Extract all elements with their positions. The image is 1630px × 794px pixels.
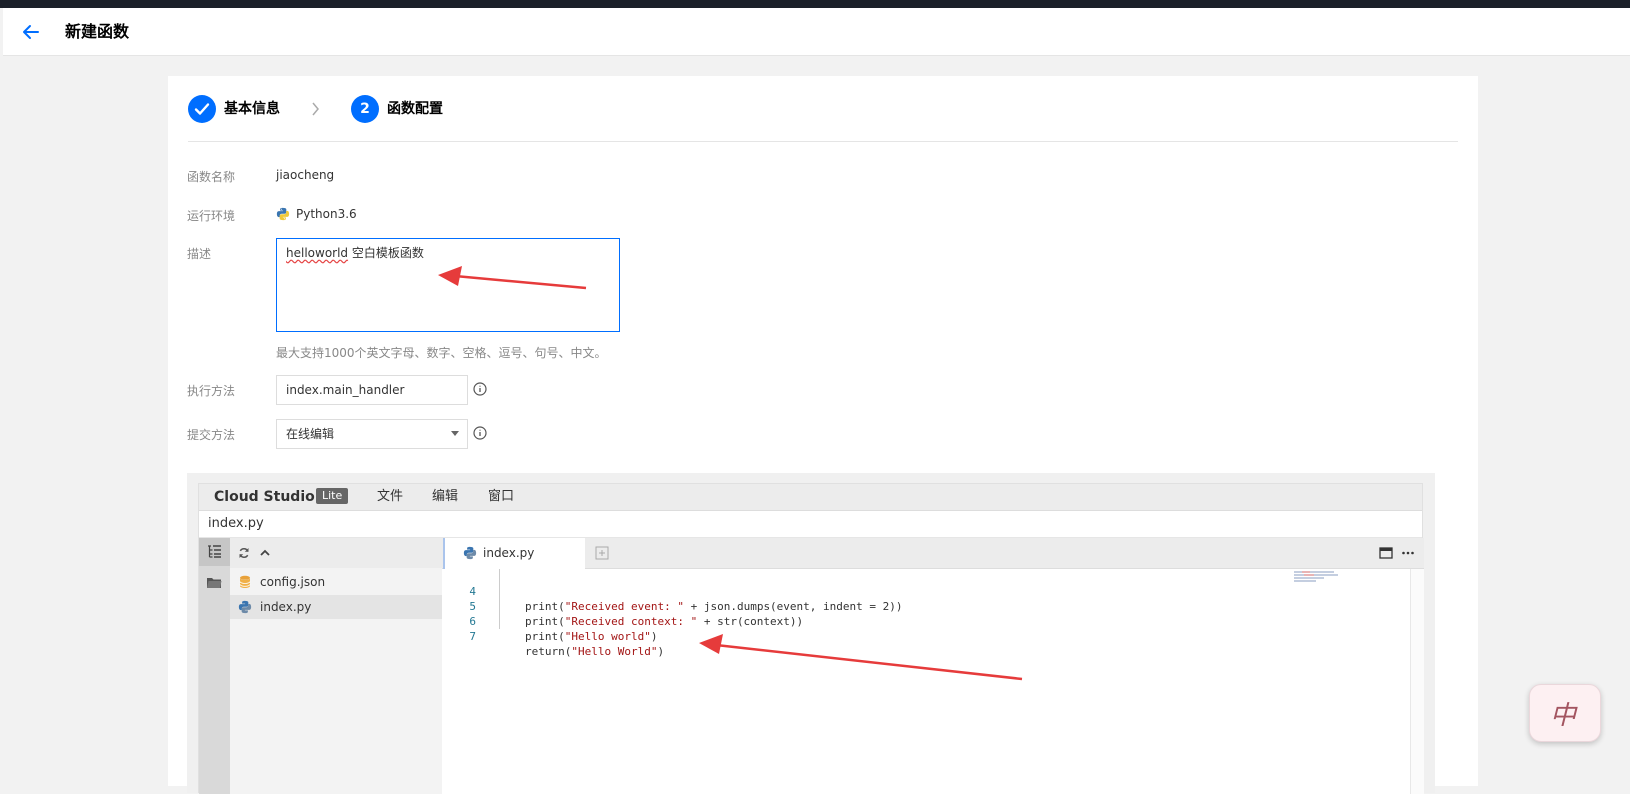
lite-badge: Lite bbox=[316, 488, 349, 504]
function-name-value: jiaocheng bbox=[276, 168, 335, 182]
ime-char: 中 bbox=[1550, 701, 1577, 731]
code-string: "Hello World" bbox=[571, 645, 658, 658]
code-line: 7 return("Hello World") bbox=[442, 614, 664, 658]
back-arrow-icon[interactable] bbox=[19, 20, 43, 44]
check-icon bbox=[188, 95, 216, 123]
divider bbox=[188, 141, 1458, 142]
caret-down-icon bbox=[451, 431, 459, 436]
window-top-strip bbox=[0, 0, 1630, 8]
python-icon bbox=[463, 546, 477, 560]
ide-activity-bar bbox=[199, 538, 230, 794]
tab-label: index.py bbox=[483, 546, 535, 560]
code-token: ) bbox=[657, 645, 665, 658]
cloud-studio-container: Cloud Studio Lite 文件 编辑 窗口 index.py conf… bbox=[187, 473, 1435, 794]
step-number-badge: 2 bbox=[351, 95, 379, 123]
editor-scrollbar[interactable] bbox=[1410, 569, 1424, 794]
ide-brand: Cloud Studio bbox=[214, 489, 315, 505]
folder-icon bbox=[207, 578, 222, 588]
code-string: "Received event: " bbox=[564, 600, 684, 613]
python-icon bbox=[276, 207, 290, 221]
explorer-toolbar bbox=[230, 538, 442, 568]
handler-input[interactable]: index.main_handler bbox=[276, 375, 468, 405]
code-token: print( bbox=[525, 615, 565, 628]
runtime-value: Python3.6 bbox=[296, 207, 357, 221]
editor-tab-bar: index.py bbox=[442, 538, 1424, 569]
code-token: print( bbox=[525, 600, 565, 613]
info-icon[interactable] bbox=[473, 382, 487, 396]
python-icon bbox=[238, 600, 252, 614]
function-name-label: 函数名称 bbox=[187, 170, 236, 184]
runtime-label: 运行环境 bbox=[187, 209, 236, 223]
tree-item-label: index.py bbox=[260, 600, 312, 614]
ide-path-bar: index.py bbox=[199, 511, 1422, 538]
cloud-studio-ide: Cloud Studio Lite 文件 编辑 窗口 index.py conf… bbox=[198, 483, 1424, 794]
code-line: 6 print("Hello world") bbox=[442, 599, 657, 643]
config-card: 基本信息 2 函数配置 函数名称 jiaocheng 运行环境 Python3.… bbox=[168, 76, 1478, 794]
add-tab-icon[interactable] bbox=[595, 546, 609, 560]
tree-item-label: config.json bbox=[260, 575, 326, 589]
description-textarea[interactable]: helloworld 空白模板函数 bbox=[276, 238, 620, 332]
menu-edit[interactable]: 编辑 bbox=[432, 488, 458, 506]
code-token: print( bbox=[525, 630, 565, 643]
chevron-right-icon bbox=[312, 102, 319, 116]
current-file-path: index.py bbox=[208, 516, 264, 531]
submit-method-label: 提交方法 bbox=[187, 428, 236, 442]
database-icon bbox=[239, 575, 251, 588]
code-line: 5 print("Received context: " + str(conte… bbox=[442, 584, 803, 628]
description-label: 描述 bbox=[187, 247, 212, 261]
line-number: 7 bbox=[469, 630, 476, 643]
page-header: 新建函数 bbox=[3, 8, 1630, 56]
file-explorer: config.json index.py bbox=[230, 538, 442, 794]
step-function-config[interactable]: 函数配置 bbox=[387, 95, 443, 123]
tab-index-py[interactable]: index.py bbox=[443, 538, 585, 569]
step-basic-info[interactable]: 基本信息 bbox=[224, 95, 280, 123]
tree-list-icon bbox=[208, 545, 221, 558]
menu-window[interactable]: 窗口 bbox=[488, 488, 514, 506]
code-token: + json.dumps(event, indent = 2)) bbox=[683, 600, 903, 613]
tree-item-config-json[interactable]: config.json bbox=[230, 570, 442, 594]
chevron-up-icon[interactable] bbox=[259, 547, 271, 559]
minimap[interactable] bbox=[1294, 571, 1354, 583]
tree-item-index-py[interactable]: index.py bbox=[230, 595, 442, 619]
maximize-icon[interactable] bbox=[1379, 546, 1393, 560]
code-token: ) bbox=[650, 630, 658, 643]
submit-method-select[interactable]: 在线编辑 bbox=[276, 419, 468, 449]
code-token: return( bbox=[525, 645, 572, 658]
code-token: + str(context)) bbox=[697, 615, 804, 628]
refresh-icon[interactable] bbox=[238, 547, 250, 559]
explorer-toggle[interactable] bbox=[199, 569, 230, 597]
more-icon[interactable] bbox=[1401, 546, 1415, 560]
file-tree-toggle[interactable] bbox=[199, 538, 230, 566]
ime-indicator[interactable]: 中 bbox=[1529, 684, 1601, 742]
submit-method-value: 在线编辑 bbox=[286, 427, 335, 441]
code-string: "Received context: " bbox=[564, 615, 698, 628]
code-editor[interactable]: 4 print("Received event: " + json.dumps(… bbox=[442, 569, 1424, 794]
description-hint: 最大支持1000个英文字母、数字、空格、逗号、句号、中文。 bbox=[276, 346, 607, 360]
info-icon[interactable] bbox=[473, 426, 487, 440]
ide-menubar: Cloud Studio Lite 文件 编辑 窗口 bbox=[199, 484, 1422, 511]
menu-file[interactable]: 文件 bbox=[377, 488, 403, 506]
description-text: 空白模板函数 bbox=[348, 246, 424, 260]
description-spellcheck-word: helloworld bbox=[286, 246, 349, 260]
handler-label: 执行方法 bbox=[187, 384, 236, 398]
code-line: 4 print("Received event: " + json.dumps(… bbox=[442, 569, 902, 613]
code-string: "Hello world" bbox=[564, 630, 651, 643]
page-title: 新建函数 bbox=[65, 22, 130, 41]
